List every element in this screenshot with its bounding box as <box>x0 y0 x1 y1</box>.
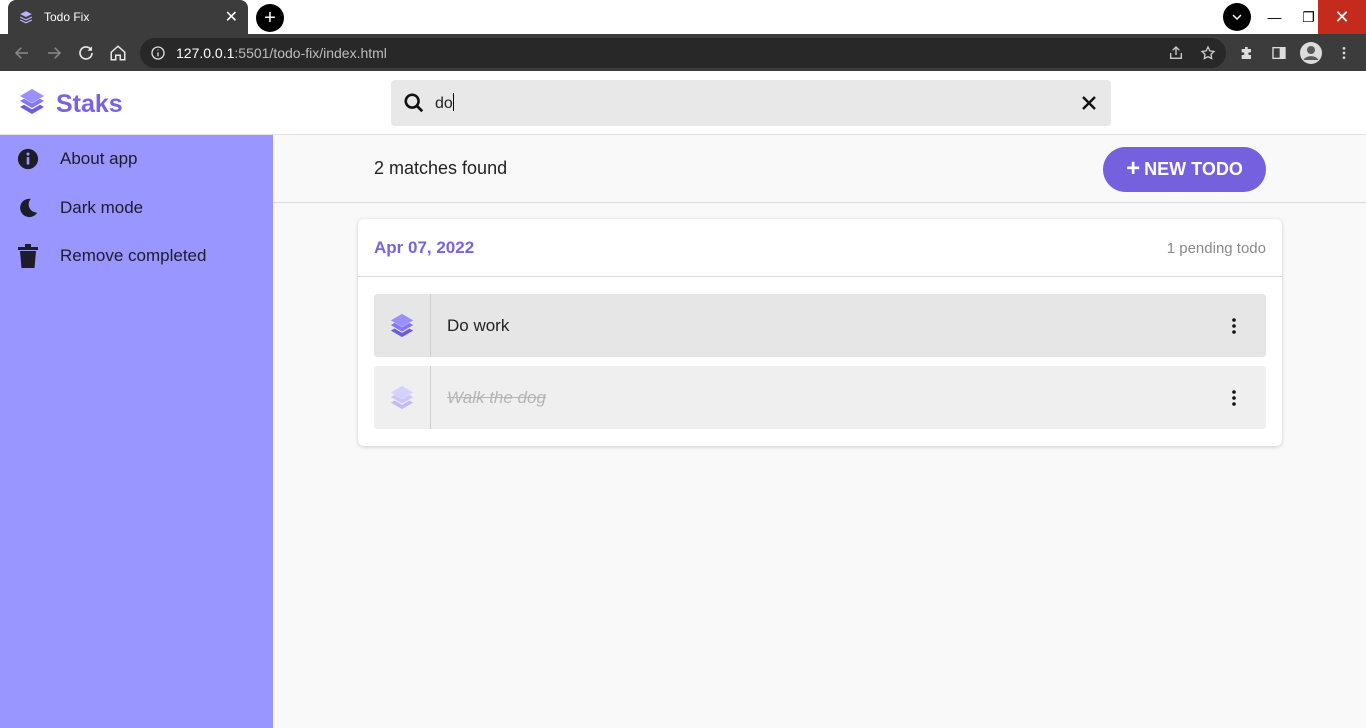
address-bar[interactable]: 127.0.0.1:5501/todo-fix/index.html <box>140 38 1226 68</box>
browser-tab-bar: Todo Fix ✕ + — ❐ ✕ <box>0 0 1366 34</box>
extensions-icon[interactable] <box>1234 40 1260 66</box>
todo-group-header: Apr 07, 2022 1 pending todo <box>358 219 1282 277</box>
moon-icon <box>16 196 40 220</box>
results-bar: 2 matches found + NEW TODO <box>273 135 1366 203</box>
match-count: 2 matches found <box>374 158 508 178</box>
todo-stack-icon[interactable] <box>374 366 431 429</box>
todo-group-card: Apr 07, 2022 1 pending todo Do work Walk… <box>358 219 1282 446</box>
sidebar-item-label: About app <box>60 149 138 168</box>
more-vert-icon[interactable] <box>1224 316 1244 336</box>
tab-title: Todo Fix <box>44 10 90 24</box>
browser-tab[interactable]: Todo Fix ✕ <box>8 0 248 34</box>
sidebar: About app Dark mode Remove completed <box>0 135 273 728</box>
new-tab-button[interactable]: + <box>256 4 284 32</box>
forward-icon[interactable] <box>41 40 67 66</box>
main-content: 2 matches found + NEW TODO Apr 07, 2022 … <box>273 135 1366 728</box>
chevron-down-icon <box>1232 14 1242 21</box>
pending-count: 1 pending todo <box>1166 240 1266 257</box>
search-input[interactable]: do <box>391 80 1111 126</box>
todo-item[interactable]: Do work <box>374 294 1266 357</box>
sidebar-item-about[interactable]: About app <box>0 139 273 179</box>
layers-icon <box>18 9 34 25</box>
todo-item-completed[interactable]: Walk the dog <box>374 366 1266 429</box>
todo-stack-icon[interactable] <box>374 294 431 357</box>
side-panel-icon[interactable] <box>1266 40 1292 66</box>
new-todo-label: NEW TODO <box>1144 159 1243 179</box>
search-value[interactable]: do <box>435 93 1079 113</box>
home-icon[interactable] <box>105 40 131 66</box>
site-info-icon[interactable] <box>150 45 166 61</box>
trash-icon <box>16 244 40 268</box>
todo-text: Do work <box>447 316 510 335</box>
reload-icon[interactable] <box>73 40 99 66</box>
browser-menu-icon[interactable] <box>1331 40 1357 66</box>
info-icon <box>16 147 40 171</box>
sidebar-item-label: Dark mode <box>60 198 144 217</box>
tab-close-icon[interactable]: ✕ <box>225 7 238 27</box>
todo-text: Walk the dog <box>447 388 546 407</box>
browser-toolbar: 127.0.0.1:5501/todo-fix/index.html <box>0 34 1366 71</box>
back-icon[interactable] <box>9 40 35 66</box>
sidebar-item-remove-completed[interactable]: Remove completed <box>0 236 273 276</box>
url-path: :5501/todo-fix/index.html <box>234 45 387 61</box>
app-header: Staks do <box>0 71 1366 135</box>
more-vert-icon[interactable] <box>1224 388 1244 408</box>
window-close-button[interactable]: ✕ <box>1318 0 1366 34</box>
profile-avatar-icon[interactable] <box>1298 40 1324 66</box>
sidebar-item-dark-mode[interactable]: Dark mode <box>0 188 273 228</box>
search-icon <box>403 92 425 114</box>
url-host: 127.0.0.1 <box>176 45 235 61</box>
new-todo-button[interactable]: + NEW TODO <box>1103 147 1266 192</box>
app-logo[interactable]: Staks <box>18 87 123 122</box>
clear-search-icon[interactable] <box>1079 93 1099 113</box>
plus-icon: + <box>1126 154 1141 182</box>
bookmark-star-icon[interactable] <box>1195 40 1221 66</box>
stack-logo-icon <box>18 87 46 122</box>
app-name: Staks <box>56 90 123 118</box>
group-date: Apr 07, 2022 <box>374 238 475 257</box>
share-icon[interactable] <box>1163 40 1189 66</box>
tab-search-button[interactable] <box>1223 3 1251 31</box>
sidebar-item-label: Remove completed <box>60 246 207 265</box>
